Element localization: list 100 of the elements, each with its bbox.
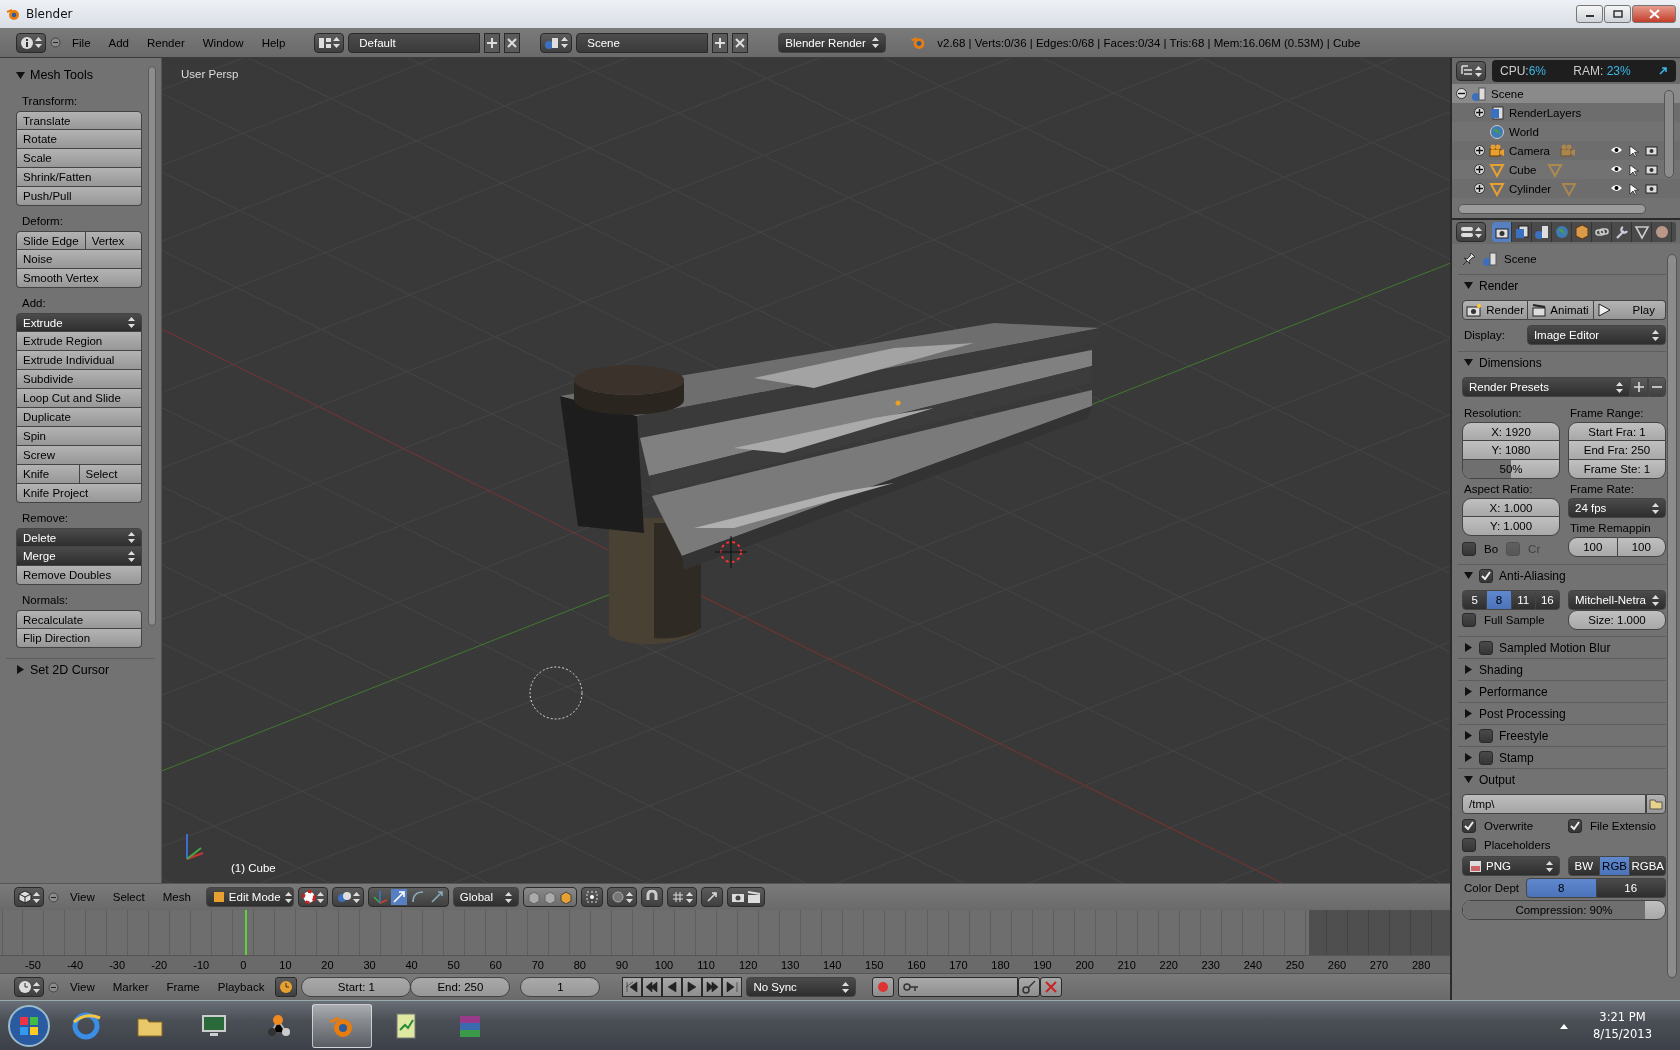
- collapsed-triangle-icon[interactable]: [1464, 665, 1473, 674]
- number-field[interactable]: Frame Ste: 1: [1568, 460, 1666, 479]
- tool-button[interactable]: Rotate: [16, 130, 142, 149]
- tool-button[interactable]: Smooth Vertex: [16, 269, 142, 288]
- outliner-item-name[interactable]: Scene: [1491, 87, 1524, 100]
- insert-keyframe-button[interactable]: [1018, 977, 1041, 997]
- start-button[interactable]: [6, 1002, 52, 1049]
- camera-icon[interactable]: [1645, 163, 1658, 175]
- filter-dropdown[interactable]: Mitchell-Netra: [1568, 590, 1666, 610]
- arrow-icon[interactable]: [390, 889, 407, 905]
- scrollbar[interactable]: [148, 66, 156, 626]
- copy-layout-button[interactable]: [700, 887, 723, 907]
- occlude-toggle[interactable]: [580, 887, 603, 907]
- outliner-row[interactable]: RenderLayers: [1452, 103, 1680, 122]
- path-field[interactable]: /tmp\: [1462, 794, 1646, 814]
- rewind-button[interactable]: [642, 977, 663, 997]
- panel-title[interactable]: Output: [1479, 772, 1516, 787]
- outliner-row[interactable]: Camera: [1452, 141, 1680, 160]
- dropdown-menu[interactable]: Extrude: [16, 313, 142, 332]
- play-button[interactable]: Play: [1593, 300, 1666, 320]
- properties-tab[interactable]: [1492, 222, 1512, 242]
- properties-tab[interactable]: [1532, 222, 1552, 242]
- cursor-arrow-icon[interactable]: [1629, 144, 1639, 157]
- outliner-item-name[interactable]: RenderLayers: [1509, 106, 1582, 119]
- properties-tab[interactable]: [1632, 222, 1652, 242]
- collapsed-triangle-icon[interactable]: [1464, 643, 1473, 652]
- panel-title[interactable]: Performance: [1479, 684, 1548, 699]
- expanded-triangle-icon[interactable]: [1464, 571, 1473, 580]
- outliner-row[interactable]: Cylinder: [1452, 179, 1680, 198]
- tool-button[interactable]: Remove Doubles: [16, 566, 142, 585]
- delete-keyframe-button[interactable]: [1040, 977, 1063, 997]
- scene-selector-button[interactable]: [540, 32, 573, 53]
- taskbar-app[interactable]: [312, 1003, 372, 1048]
- number-field[interactable]: X: 1920: [1462, 422, 1560, 441]
- collapsed-triangle-icon[interactable]: [16, 665, 25, 674]
- dropdown-menu[interactable]: Delete: [16, 528, 142, 547]
- color-depth-option[interactable]: 8: [1526, 878, 1597, 898]
- panel-title[interactable]: Shading: [1479, 662, 1524, 677]
- collapsed-triangle-icon[interactable]: [1464, 687, 1473, 696]
- menu-item[interactable]: Render: [140, 36, 192, 49]
- tool-button[interactable]: Knife: [16, 465, 80, 484]
- checkbox[interactable]: [1479, 728, 1493, 743]
- preview-range-button[interactable]: [275, 977, 298, 997]
- tool-button[interactable]: Noise: [16, 250, 142, 269]
- panel-title[interactable]: Sampled Motion Blur: [1499, 640, 1611, 655]
- expand-toggle[interactable]: [1474, 145, 1485, 156]
- panel-title[interactable]: Render: [1479, 278, 1519, 293]
- play-reverse-button[interactable]: [662, 977, 683, 997]
- close-button[interactable]: [1632, 5, 1676, 23]
- animation-button[interactable]: Animati: [1528, 300, 1594, 320]
- collapse-icon[interactable]: [48, 891, 59, 903]
- checkbox[interactable]: [1479, 750, 1493, 765]
- outliner-item-name[interactable]: Cube: [1509, 163, 1537, 176]
- add-button[interactable]: [712, 32, 729, 53]
- proportional-dropdown[interactable]: [606, 887, 637, 907]
- cursor-arrow-icon[interactable]: [1629, 163, 1639, 176]
- number-field[interactable]: 100: [1568, 537, 1618, 557]
- menu-item[interactable]: View: [63, 891, 102, 903]
- menu-item[interactable]: Window: [195, 36, 251, 49]
- tool-button[interactable]: Translate: [16, 111, 142, 130]
- expand-toggle[interactable]: [1474, 164, 1485, 175]
- end-frame-field[interactable]: End: 250: [410, 977, 511, 997]
- checkbox[interactable]: [1462, 541, 1476, 556]
- editor-type-button[interactable]: [14, 977, 44, 997]
- collapse-icon[interactable]: [50, 37, 61, 48]
- camera-icon[interactable]: [1645, 182, 1658, 194]
- remove-button[interactable]: [504, 32, 521, 53]
- expand-toggle[interactable]: [1474, 183, 1485, 194]
- number-field[interactable]: 100: [1617, 537, 1666, 557]
- expand-toggle[interactable]: [1474, 107, 1485, 118]
- outliner-item-name[interactable]: Cylinder: [1509, 182, 1552, 195]
- start-frame-field[interactable]: Start: 1: [301, 977, 412, 997]
- maximize-button[interactable]: [1604, 5, 1631, 23]
- number-field[interactable]: End Fra: 250: [1568, 441, 1666, 460]
- collapse-toggle[interactable]: [1456, 88, 1467, 99]
- color-mode-option[interactable]: RGB: [1599, 856, 1631, 876]
- tool-button[interactable]: Select: [79, 465, 142, 484]
- menu-item[interactable]: Playback: [210, 981, 272, 993]
- snap-toggle[interactable]: [640, 887, 663, 907]
- collapse-icon[interactable]: [48, 981, 59, 993]
- menu-item[interactable]: Add: [101, 36, 136, 49]
- presets-dropdown[interactable]: Render Presets: [1462, 377, 1630, 397]
- tool-button[interactable]: Subdivide: [16, 370, 142, 389]
- expanded-triangle-icon[interactable]: [1464, 281, 1473, 290]
- expanded-triangle-icon[interactable]: [16, 70, 25, 80]
- rotate-icon[interactable]: [409, 889, 426, 905]
- tool-button[interactable]: Duplicate: [16, 408, 142, 427]
- tool-button[interactable]: Knife Project: [16, 484, 142, 503]
- menu-item[interactable]: Marker: [105, 981, 156, 993]
- outliner-row[interactable]: World: [1452, 122, 1680, 141]
- cursor-arrow-icon[interactable]: [1629, 182, 1639, 195]
- editor-type-button[interactable]: [1456, 222, 1486, 242]
- outliner-row[interactable]: Cube: [1452, 160, 1680, 179]
- add-button[interactable]: [1630, 377, 1648, 397]
- collapsed-triangle-icon[interactable]: [1464, 731, 1473, 740]
- checkbox[interactable]: [1479, 640, 1493, 655]
- properties-tab[interactable]: [1572, 222, 1592, 242]
- sample-option[interactable]: 8: [1487, 590, 1512, 610]
- editor-type-button[interactable]: [16, 32, 46, 53]
- remove-button[interactable]: [1648, 377, 1666, 397]
